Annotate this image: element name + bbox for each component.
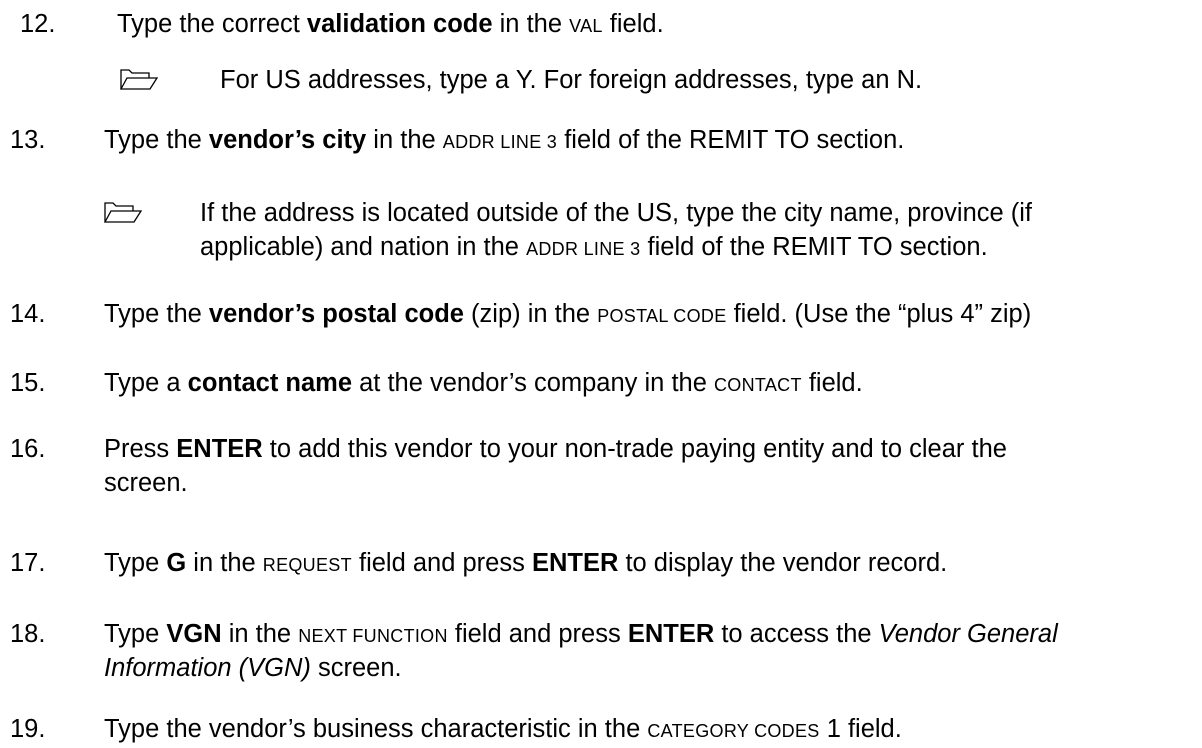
field-name: ADDR LINE 3 — [526, 239, 641, 259]
document-page: 12. Type the correct validation code in … — [0, 0, 1202, 747]
emphasis: ENTER — [627, 620, 715, 648]
step-number: 19. — [10, 715, 46, 743]
step-text-line-2: Information (VGN) screen. — [104, 654, 402, 682]
step-number: 17. — [10, 549, 46, 577]
step-number: 13. — [10, 126, 46, 154]
field-name: REQUEST — [262, 555, 352, 575]
emphasis: contact name — [187, 369, 353, 397]
step-text: Type the correct validation code in the … — [117, 10, 664, 38]
step-number: 14. — [10, 300, 46, 328]
field-name: CATEGORY CODES — [647, 721, 820, 741]
emphasis: ENTER — [531, 549, 619, 577]
note-text-line-1: If the address is located outside of the… — [200, 199, 1033, 227]
step-text-line-2: screen. — [104, 469, 188, 497]
field-name: VAL — [569, 16, 603, 36]
field-name: ADDR LINE 3 — [442, 132, 558, 152]
step-text-line-1: Press ENTER to add this vendor to your n… — [104, 435, 1007, 463]
open-folder-icon — [119, 69, 159, 90]
step-text-line-1: Type VGN in the NEXT FUNCTION field and … — [104, 620, 1058, 648]
note-text: For US addresses, type a Y. For foreign … — [220, 66, 923, 94]
step-text: Type the vendor’s postal code (zip) in t… — [104, 300, 1032, 328]
emphasis: vendor’s city — [208, 126, 367, 154]
open-folder-icon — [103, 202, 143, 223]
step-number: 18. — [10, 620, 46, 648]
screen-name: Information (VGN) — [104, 654, 311, 682]
note-text-line-2: applicable) and nation in the ADDR LINE … — [200, 233, 988, 261]
step-number: 15. — [10, 369, 46, 397]
emphasis: validation code — [306, 10, 493, 38]
emphasis: VGN — [166, 620, 222, 648]
step-text: Type the vendor’s business characteristi… — [104, 715, 902, 743]
emphasis: ENTER — [176, 435, 263, 463]
field-name: CONTACT — [713, 375, 802, 395]
field-name: NEXT FUNCTION — [298, 626, 448, 646]
step-text: Type the vendor’s city in the ADDR LINE … — [104, 126, 905, 154]
field-name: POSTAL CODE — [597, 306, 727, 326]
screen-name: Vendor General — [878, 620, 1058, 648]
step-number: 12. — [20, 10, 56, 38]
step-text: Type G in the REQUEST field and press EN… — [104, 549, 948, 577]
step-text: Type a contact name at the vendor’s comp… — [104, 369, 863, 397]
emphasis: G — [166, 549, 187, 577]
step-number: 16. — [10, 435, 46, 463]
emphasis: vendor’s postal code — [208, 300, 464, 328]
